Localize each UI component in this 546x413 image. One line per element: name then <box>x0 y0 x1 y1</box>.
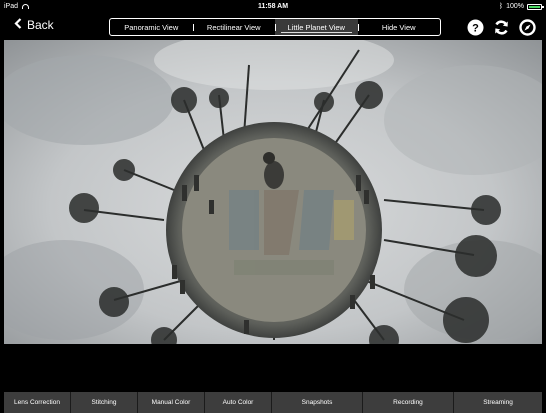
tab-label: Rectilinear View <box>206 22 261 32</box>
tab-label: Little Planet View <box>287 22 345 32</box>
tab-label: Panoramic View <box>124 22 179 32</box>
tool-label: Snapshots <box>301 399 333 406</box>
manual-color-button[interactable]: Manual Color <box>138 392 205 413</box>
tab-little-planet-view[interactable]: Little Planet View <box>275 19 358 35</box>
nav-bar: Back Panoramic View Rectilinear View Lit… <box>0 14 546 40</box>
little-planet-viewer[interactable] <box>4 40 542 344</box>
tab-hide-view[interactable]: Hide View <box>357 19 441 35</box>
empty-area <box>0 344 546 392</box>
compass-icon[interactable] <box>518 18 536 36</box>
tab-panoramic-view[interactable]: Panoramic View <box>110 19 193 35</box>
tool-label: Streaming <box>483 399 513 406</box>
tool-label: Recording <box>393 399 423 406</box>
svg-text:?: ? <box>472 22 479 34</box>
recording-button[interactable]: Recording <box>363 392 454 413</box>
little-planet-image <box>4 40 542 344</box>
battery-percent: 100% <box>506 3 524 10</box>
tool-label: Lens Correction <box>14 399 60 406</box>
bottom-toolbar: Lens Correction Stitching Manual Color A… <box>4 392 542 413</box>
refresh-icon[interactable] <box>492 18 510 36</box>
battery-icon <box>527 3 544 10</box>
snapshots-button[interactable]: Snapshots <box>272 392 363 413</box>
tab-label: Hide View <box>381 22 416 32</box>
tool-label: Stitching <box>91 399 117 406</box>
battery-level <box>529 5 540 8</box>
status-bar: iPad 11:58 AM ᛒ 100% <box>0 0 546 14</box>
chevron-left-icon <box>14 18 22 32</box>
nav-icons: ? <box>466 18 536 36</box>
back-button[interactable]: Back <box>14 18 54 32</box>
tool-label: Manual Color <box>151 399 191 406</box>
status-right: ᛒ 100% <box>498 3 544 10</box>
back-label: Back <box>27 18 54 32</box>
auto-color-button[interactable]: Auto Color <box>205 392 272 413</box>
tab-rectilinear-view[interactable]: Rectilinear View <box>192 19 276 35</box>
streaming-button[interactable]: Streaming <box>454 392 542 413</box>
tool-label: Auto Color <box>222 399 254 406</box>
stitching-button[interactable]: Stitching <box>71 392 138 413</box>
help-icon[interactable]: ? <box>466 18 484 36</box>
view-mode-selector: Panoramic View Rectilinear View Little P… <box>109 18 441 36</box>
bluetooth-icon: ᛒ <box>498 3 504 10</box>
lens-correction-button[interactable]: Lens Correction <box>4 392 71 413</box>
status-time: 11:58 AM <box>257 3 289 10</box>
